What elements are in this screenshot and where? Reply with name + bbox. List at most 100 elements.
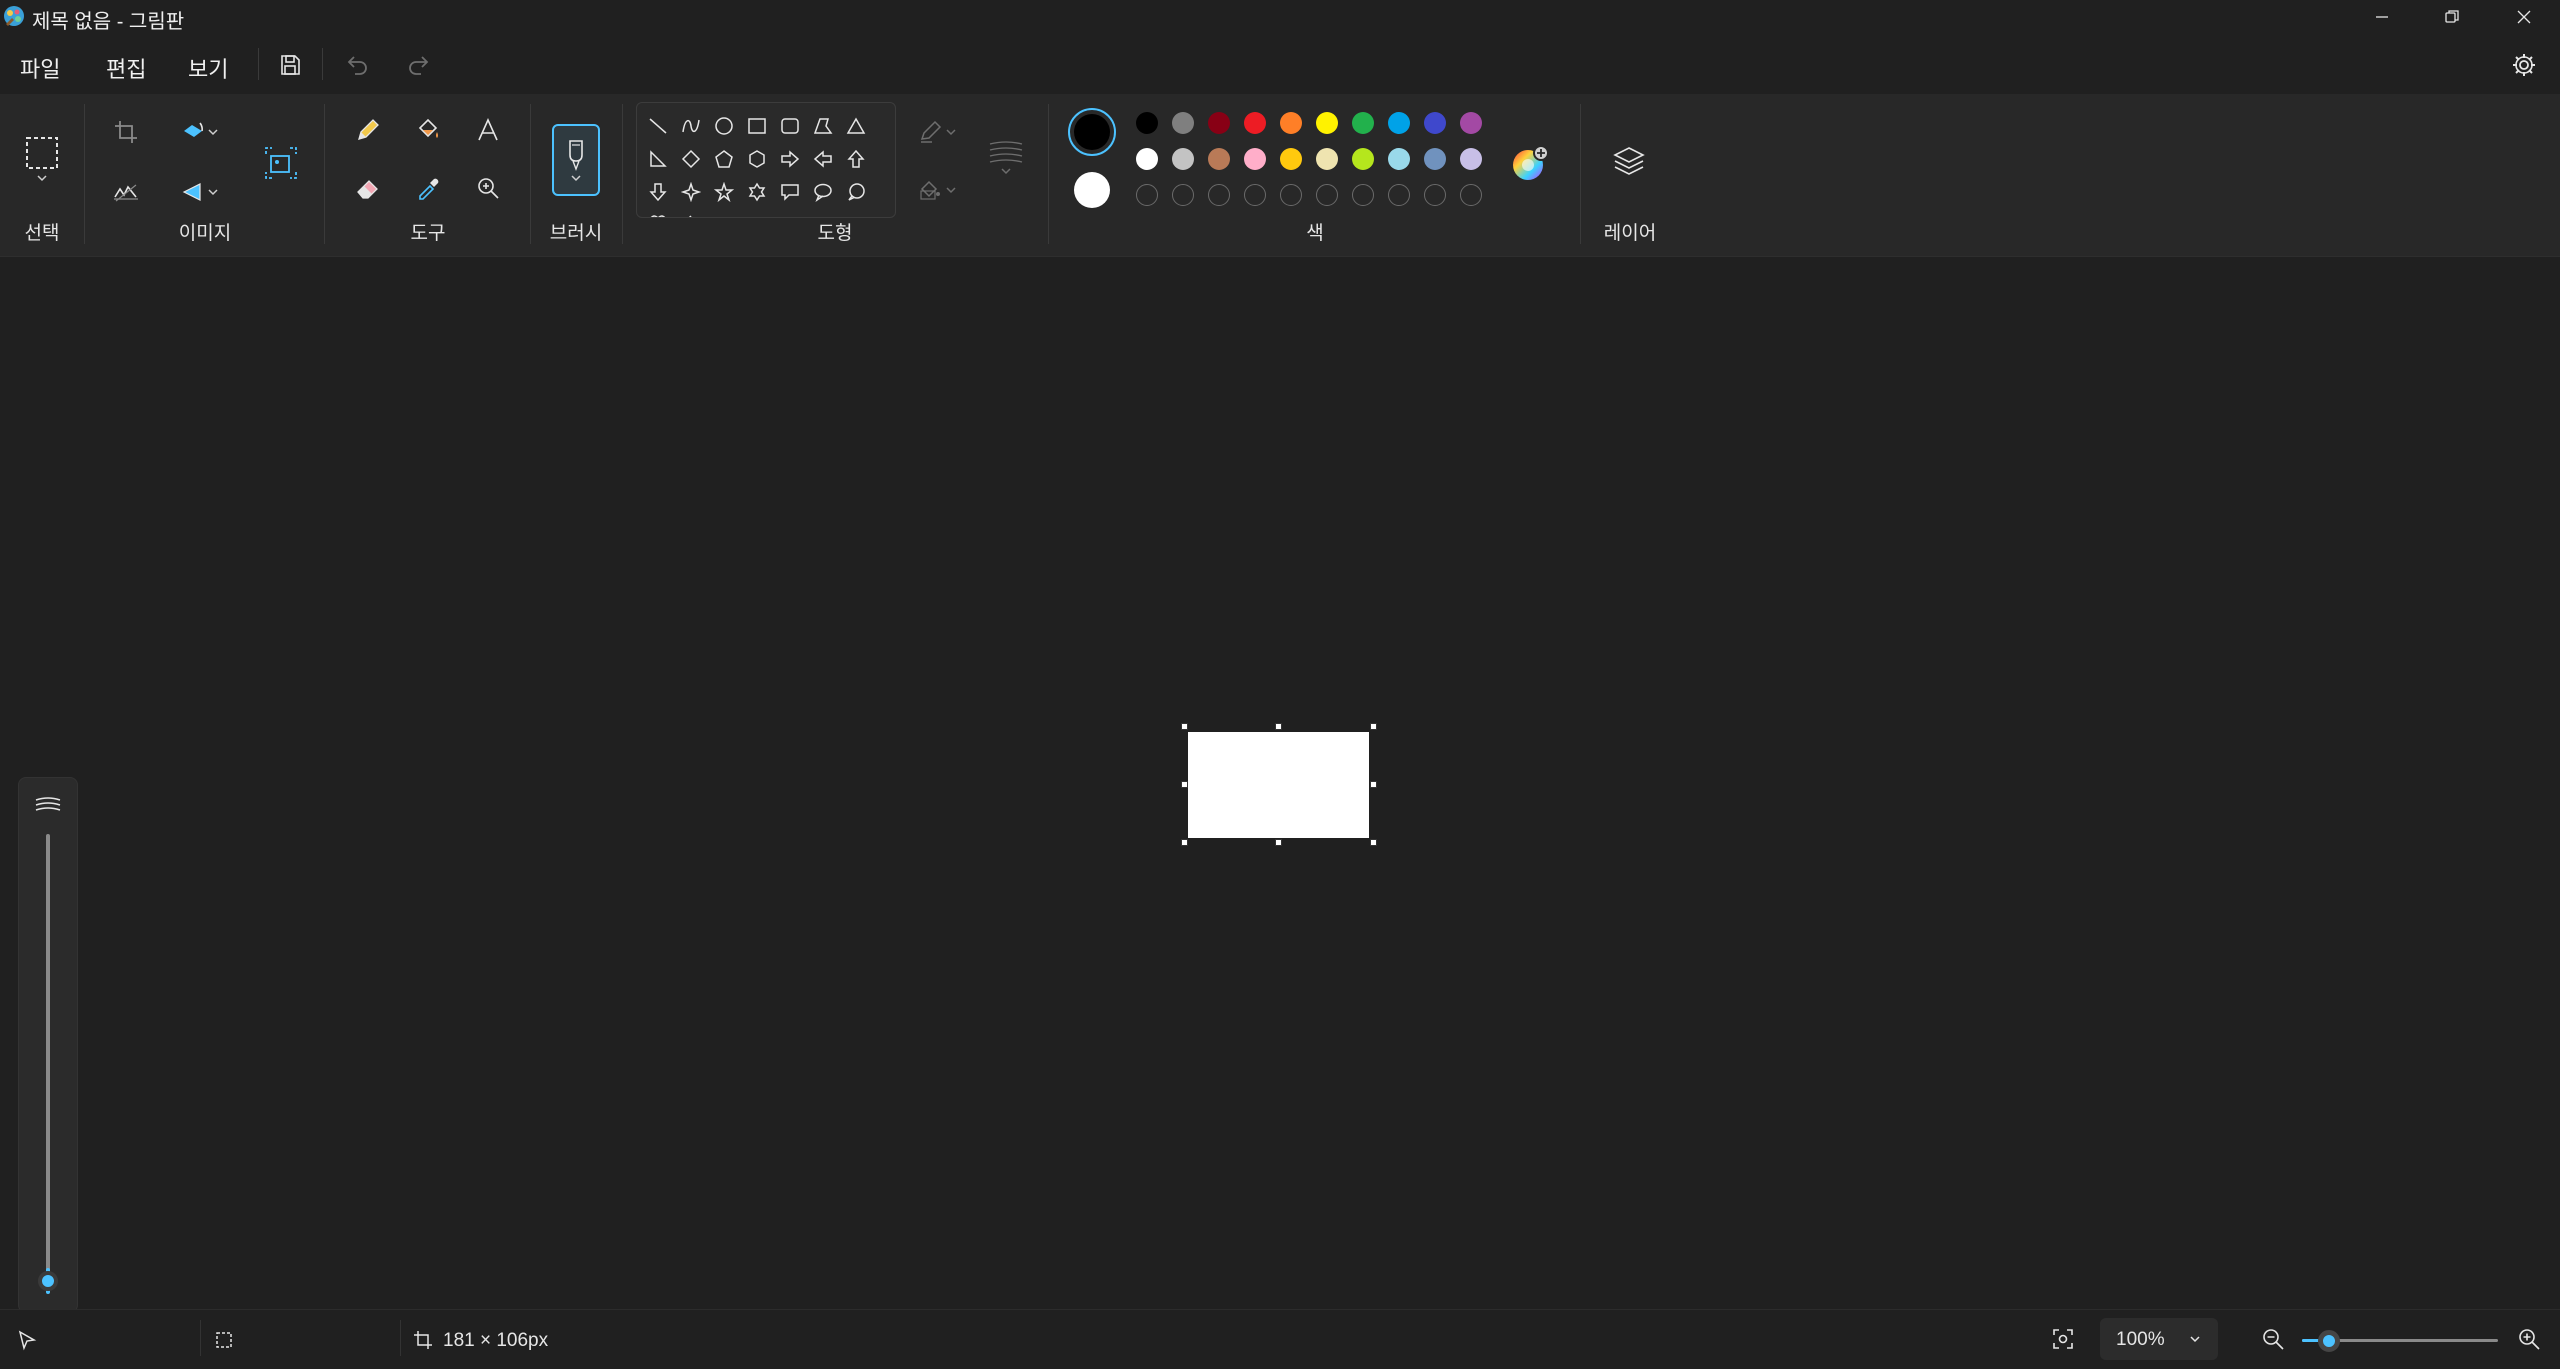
brush-size-slider-track[interactable]	[46, 834, 50, 1282]
close-button[interactable]	[2490, 0, 2558, 34]
polygon-shape-button[interactable]	[810, 113, 836, 139]
secondary-color-button[interactable]	[1074, 172, 1110, 208]
four-point-star-shape-button[interactable]	[678, 179, 704, 205]
zoom-out-button[interactable]	[2254, 1320, 2292, 1358]
palette-color-swatch[interactable]	[1280, 148, 1302, 170]
eraser-button[interactable]	[350, 170, 386, 206]
oval-callout-shape-button[interactable]	[810, 179, 836, 205]
palette-color-swatch[interactable]	[1460, 112, 1482, 134]
six-point-star-shape-button[interactable]	[744, 179, 770, 205]
custom-color-slot[interactable]	[1424, 184, 1446, 206]
custom-color-slot[interactable]	[1280, 184, 1302, 206]
custom-color-slot[interactable]	[1352, 184, 1374, 206]
outline-style-button[interactable]	[908, 114, 968, 150]
brush-size-slider-thumb[interactable]	[38, 1271, 58, 1291]
palette-color-swatch[interactable]	[1136, 148, 1158, 170]
rectangle-shape-button[interactable]	[744, 113, 770, 139]
heart-shape-button[interactable]	[645, 209, 671, 217]
oval-shape-button[interactable]	[711, 113, 737, 139]
selection-tool-button[interactable]	[18, 126, 66, 190]
menu-edit[interactable]: 편집	[98, 48, 154, 88]
text-button[interactable]	[470, 112, 506, 148]
edit-colors-button[interactable]	[1508, 142, 1552, 186]
layers-button[interactable]	[1604, 136, 1654, 186]
right-triangle-shape-button[interactable]	[645, 146, 671, 172]
canvas-resize-handle[interactable]	[1275, 723, 1282, 730]
palette-color-swatch[interactable]	[1388, 148, 1410, 170]
canvas-resize-handle[interactable]	[1370, 723, 1377, 730]
save-button[interactable]	[266, 42, 314, 88]
flip-button[interactable]	[170, 174, 230, 210]
hexagon-shape-button[interactable]	[744, 146, 770, 172]
custom-color-slot[interactable]	[1136, 184, 1158, 206]
canvas-resize-handle[interactable]	[1181, 723, 1188, 730]
fit-to-window-button[interactable]	[2044, 1320, 2082, 1358]
palette-color-swatch[interactable]	[1172, 112, 1194, 134]
pencil-button[interactable]	[350, 112, 386, 148]
minimize-button[interactable]	[2348, 0, 2416, 34]
background-removal-button[interactable]	[108, 174, 144, 210]
custom-color-slot[interactable]	[1172, 184, 1194, 206]
menu-file[interactable]: 파일	[12, 48, 68, 88]
down-arrow-shape-button[interactable]	[645, 179, 671, 205]
drawing-canvas[interactable]	[1188, 732, 1369, 838]
palette-color-swatch[interactable]	[1136, 112, 1158, 134]
line-shape-button[interactable]	[645, 113, 671, 139]
color-picker-button[interactable]	[410, 170, 446, 206]
five-point-star-shape-button[interactable]	[711, 179, 737, 205]
canvas-resize-handle[interactable]	[1181, 839, 1188, 846]
shape-size-button[interactable]	[984, 122, 1028, 192]
rectangular-callout-shape-button[interactable]	[777, 179, 803, 205]
canvas-resize-handle[interactable]	[1275, 839, 1282, 846]
up-arrow-shape-button[interactable]	[843, 146, 869, 172]
undo-button[interactable]	[334, 42, 382, 88]
menu-view[interactable]: 보기	[180, 48, 236, 88]
palette-color-swatch[interactable]	[1352, 112, 1374, 134]
custom-color-slot[interactable]	[1244, 184, 1266, 206]
crop-button[interactable]	[108, 114, 144, 150]
custom-color-slot[interactable]	[1316, 184, 1338, 206]
resize-image-button[interactable]	[256, 138, 306, 188]
right-arrow-shape-button[interactable]	[777, 146, 803, 172]
palette-color-swatch[interactable]	[1352, 148, 1374, 170]
fill-button[interactable]	[410, 112, 446, 148]
zoom-level-dropdown[interactable]: 100%	[2100, 1318, 2218, 1360]
palette-color-swatch[interactable]	[1424, 148, 1446, 170]
canvas-resize-handle[interactable]	[1181, 781, 1188, 788]
group-divider	[1048, 104, 1049, 244]
cloud-callout-shape-button[interactable]	[843, 179, 869, 205]
palette-color-swatch[interactable]	[1316, 112, 1338, 134]
primary-color-button[interactable]	[1068, 108, 1116, 156]
zoom-slider-thumb[interactable]	[2318, 1330, 2340, 1352]
canvas-resize-handle[interactable]	[1370, 839, 1377, 846]
diamond-shape-button[interactable]	[678, 146, 704, 172]
palette-color-swatch[interactable]	[1244, 112, 1266, 134]
zoom-in-button[interactable]	[2510, 1320, 2548, 1358]
palette-color-swatch[interactable]	[1388, 112, 1410, 134]
restore-button[interactable]	[2418, 0, 2486, 34]
rotate-button[interactable]	[170, 114, 230, 150]
redo-button[interactable]	[394, 42, 442, 88]
custom-color-slot[interactable]	[1208, 184, 1230, 206]
lightning-shape-button[interactable]	[678, 209, 704, 217]
palette-color-swatch[interactable]	[1208, 148, 1230, 170]
palette-color-swatch[interactable]	[1424, 112, 1446, 134]
custom-color-slot[interactable]	[1388, 184, 1410, 206]
palette-color-swatch[interactable]	[1280, 112, 1302, 134]
canvas-resize-handle[interactable]	[1370, 781, 1377, 788]
palette-color-swatch[interactable]	[1244, 148, 1266, 170]
rounded-rectangle-shape-button[interactable]	[777, 113, 803, 139]
palette-color-swatch[interactable]	[1172, 148, 1194, 170]
fill-style-button[interactable]	[908, 172, 968, 208]
palette-color-swatch[interactable]	[1316, 148, 1338, 170]
magnifier-button[interactable]	[470, 170, 506, 206]
left-arrow-shape-button[interactable]	[810, 146, 836, 172]
curve-shape-button[interactable]	[678, 113, 704, 139]
triangle-shape-button[interactable]	[843, 113, 869, 139]
palette-color-swatch[interactable]	[1460, 148, 1482, 170]
pentagon-shape-button[interactable]	[711, 146, 737, 172]
palette-color-swatch[interactable]	[1208, 112, 1230, 134]
custom-color-slot[interactable]	[1460, 184, 1482, 206]
brush-button[interactable]	[552, 124, 600, 196]
settings-button[interactable]	[2500, 42, 2548, 88]
